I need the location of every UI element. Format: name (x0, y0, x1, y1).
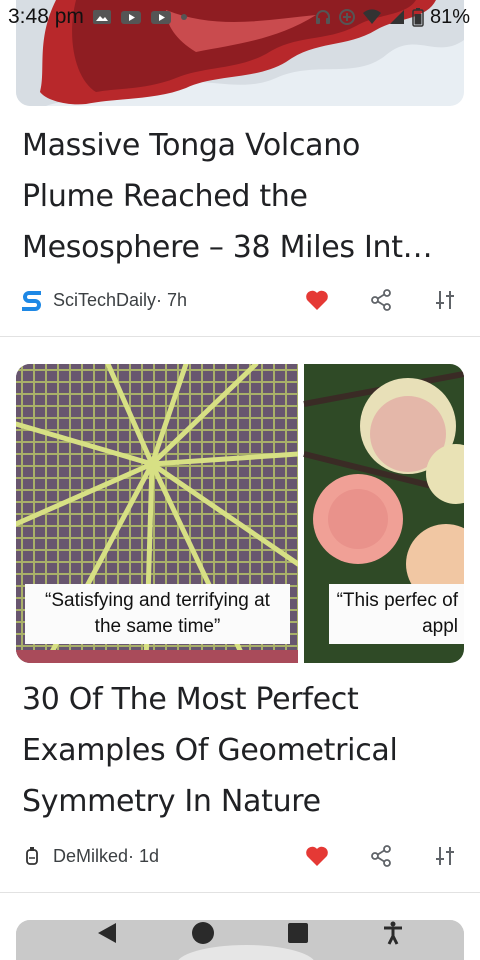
headset-icon (315, 10, 330, 24)
recents-icon[interactable] (287, 922, 309, 944)
headline-line: Examples Of Geometrical (22, 733, 398, 768)
more-notifications-dot-icon (180, 14, 187, 20)
signal-icon (389, 10, 404, 24)
scitechdaily-logo-icon (20, 288, 44, 312)
wifi-icon (362, 9, 381, 24)
status-bar: 3:48 pm 81% (0, 0, 480, 34)
battery-icon (412, 8, 424, 27)
article-meta-row: SciTechDaily · 7h (20, 285, 460, 315)
status-time: 3:48 pm (8, 5, 84, 28)
like-button[interactable] (302, 841, 332, 871)
home-icon[interactable] (191, 921, 215, 945)
image-caption-right: “This perfec of appl (329, 584, 464, 644)
battery-percent: 81% (429, 5, 470, 28)
tune-icon (436, 291, 454, 309)
share-button[interactable] (366, 841, 396, 871)
headline-line: 30 Of The Most Perfect (22, 682, 359, 717)
source-name[interactable]: SciTechDaily (53, 290, 156, 311)
gallery-notification-icon (92, 10, 111, 24)
data-saver-icon (338, 9, 355, 25)
heart-icon (306, 846, 328, 866)
customize-button[interactable] (430, 285, 460, 315)
heart-icon (306, 290, 328, 310)
share-icon (371, 845, 391, 867)
article-actions (302, 841, 460, 871)
headline-line: Plume Reached the (22, 179, 308, 214)
image-caption-left: “Satisfying and terrifying at the same t… (25, 584, 290, 644)
demilked-logo-icon (20, 844, 44, 868)
headline-line: Massive Tonga Volcano (22, 128, 360, 163)
headline-line: Mesosphere – 38 Miles Int… (22, 230, 433, 265)
article-meta-row: DeMilked · 1d (20, 841, 460, 871)
share-icon (371, 289, 391, 311)
article-headline-symmetry[interactable]: 30 Of The Most Perfect Examples Of Geome… (22, 674, 468, 827)
tune-icon (436, 847, 454, 865)
back-icon[interactable] (96, 921, 118, 945)
card-divider (0, 336, 480, 337)
article-actions (302, 285, 460, 315)
article-headline-tonga[interactable]: Massive Tonga Volcano Plume Reached the … (22, 120, 468, 273)
customize-button[interactable] (430, 841, 460, 871)
headline-line: Symmetry In Nature (22, 784, 321, 819)
card-divider (0, 892, 480, 893)
like-button[interactable] (302, 285, 332, 315)
accessibility-icon[interactable] (382, 921, 404, 945)
system-nav-bar (0, 906, 480, 960)
article-age: · 1d (128, 845, 160, 866)
youtube-notification-icon-2 (150, 11, 171, 24)
article-image-symmetry[interactable]: “Satisfying and terrifying at the same t… (16, 364, 464, 663)
article-age: · 7h (156, 289, 188, 310)
source-name[interactable]: DeMilked (53, 846, 128, 867)
share-button[interactable] (366, 285, 396, 315)
youtube-notification-icon (120, 11, 141, 24)
